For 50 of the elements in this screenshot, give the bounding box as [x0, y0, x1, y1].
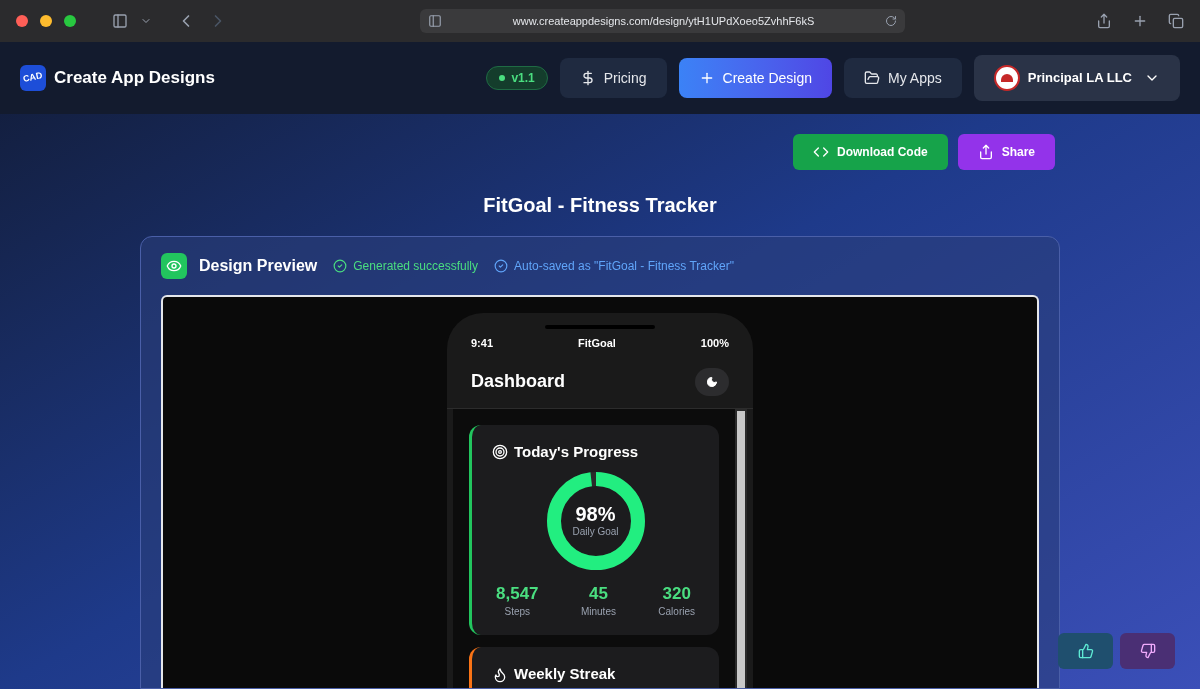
code-icon [812, 144, 829, 160]
thumbs-down-icon [1139, 643, 1156, 659]
stat-value: 8,547 [496, 583, 539, 605]
check-icon [494, 259, 508, 273]
thumbs-up-button[interactable] [1058, 633, 1113, 669]
app-title: Create App Designs [54, 67, 215, 90]
project-title: FitGoal - Fitness Tracker [482, 193, 718, 218]
address-bar[interactable]: www.createappdesigns.com/design/ytH1UPdXoeo5ZvhhF6kS [420, 9, 905, 33]
card-title: Today's Progress [514, 441, 639, 462]
moon-icon [706, 375, 718, 388]
new-tab-icon[interactable] [1132, 13, 1148, 29]
screen-title: Dashboard [471, 370, 566, 393]
share-icon[interactable] [1096, 13, 1112, 29]
status-app-name: FitGoal [578, 336, 616, 351]
account-button[interactable]: Principal LA LLC [973, 55, 1180, 101]
action-button[interactable]: Share [957, 134, 1055, 170]
card-title: Weekly Streak [514, 664, 616, 685]
share-icon [977, 144, 994, 160]
nav-button[interactable]: Create Design [678, 58, 833, 98]
status-text: Generated successfully [353, 258, 478, 275]
version-text: v1.1 [511, 70, 535, 86]
check-icon [333, 259, 348, 273]
target-icon [492, 443, 508, 460]
folder-icon [864, 70, 881, 86]
reload-icon[interactable] [885, 15, 897, 27]
status-time: 9:41 [471, 336, 494, 351]
panel-title: Design Preview [199, 256, 318, 276]
page-icon [428, 14, 442, 28]
stat-value: 320 [662, 583, 691, 605]
stat-label: Calories [658, 605, 695, 620]
theme-toggle[interactable] [695, 367, 729, 396]
nav-button[interactable]: Pricing [559, 58, 667, 98]
url-text: www.createappdesigns.com/design/ytH1UPdXoeo5ZvhhF6kS [511, 13, 816, 29]
thumbs-up-icon [1077, 643, 1094, 659]
nav-button[interactable]: My Apps [844, 58, 962, 98]
logo-text: CAD [22, 69, 44, 87]
status-text: Auto-saved as "FitGoal - Fitness Tracker" [514, 258, 734, 275]
goal-caption: Daily Goal [572, 524, 619, 539]
eye-icon [161, 253, 187, 279]
stat-label: Steps [504, 605, 531, 620]
sidebar-icon[interactable] [112, 13, 128, 29]
stat-label: Minutes [580, 605, 616, 620]
flame-icon [492, 666, 508, 683]
stat-value: 45 [588, 583, 608, 605]
status-battery: 100% [700, 336, 729, 351]
avatar-icon [993, 65, 1020, 91]
thumbs-down-button[interactable] [1120, 633, 1175, 669]
goal-percent: 98% [575, 503, 616, 524]
tabs-icon[interactable] [1168, 13, 1184, 29]
scrollbar[interactable] [735, 408, 747, 688]
